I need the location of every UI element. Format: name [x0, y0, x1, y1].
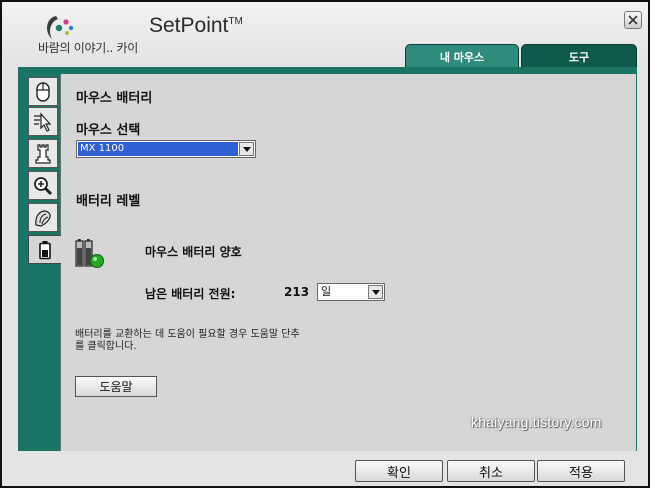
chevron-down-icon: [371, 289, 380, 295]
overlay-caption: 바람의 이야기.. 카이: [38, 41, 138, 55]
chess-game-icon: [35, 143, 51, 164]
time-unit-dropdown[interactable]: 일: [317, 283, 385, 301]
dropdown-arrow[interactable]: [368, 285, 383, 299]
mouse-icon: [36, 81, 50, 102]
sidebar-item-game[interactable]: [28, 139, 58, 168]
mouse-select-dropdown[interactable]: MX 1100: [76, 140, 256, 158]
section-title: 마우스 배터리: [76, 91, 153, 106]
pointer-speed-icon: [34, 111, 52, 132]
help-instructions: 배터리를 교환하는 데 도움이 필요할 경우 도움말 단추 를 클릭합니다.: [75, 329, 300, 352]
sidebar-item-grip[interactable]: [28, 203, 58, 232]
app-title: SetPointTM: [149, 14, 243, 37]
battery-status-icon: [75, 236, 107, 270]
tab-my-mouse[interactable]: 내 마우스: [405, 44, 519, 68]
remaining-power-label: 남은 배터리 전원:: [145, 287, 236, 301]
chevron-down-icon: [242, 146, 251, 152]
hand-grip-icon: [35, 209, 51, 227]
battery-level-label: 배터리 레벨: [76, 194, 141, 209]
close-icon: [628, 15, 638, 25]
setpoint-window: SetPointTM 바람의 이야기.. 카이 내 마우스 도구 마우스 배터리…: [0, 0, 650, 488]
mouse-select-label: 마우스 선택: [76, 123, 141, 138]
sidebar-item-pointer[interactable]: [28, 107, 58, 136]
sidebar-item-battery[interactable]: [28, 235, 61, 264]
battery-status-text: 마우스 배터리 양호: [145, 245, 242, 259]
remaining-power-value: 213: [284, 285, 310, 299]
close-button[interactable]: [624, 11, 642, 29]
tab-tools[interactable]: 도구: [521, 44, 637, 68]
zoom-icon: [34, 176, 53, 195]
cancel-button[interactable]: 취소: [447, 460, 535, 482]
sidebar-item-mouse[interactable]: [28, 77, 58, 106]
help-button[interactable]: 도움말: [75, 376, 157, 397]
battery-icon: [39, 240, 51, 259]
ok-button[interactable]: 확인: [355, 460, 443, 482]
mouse-select-value: MX 1100: [78, 142, 238, 156]
watermark-text: khaiyang.tistory.com: [471, 414, 602, 430]
time-unit-value: 일: [321, 285, 332, 298]
sidebar-item-zoom[interactable]: [28, 171, 58, 200]
dropdown-arrow[interactable]: [239, 142, 254, 156]
apply-button[interactable]: 적용: [537, 460, 625, 482]
